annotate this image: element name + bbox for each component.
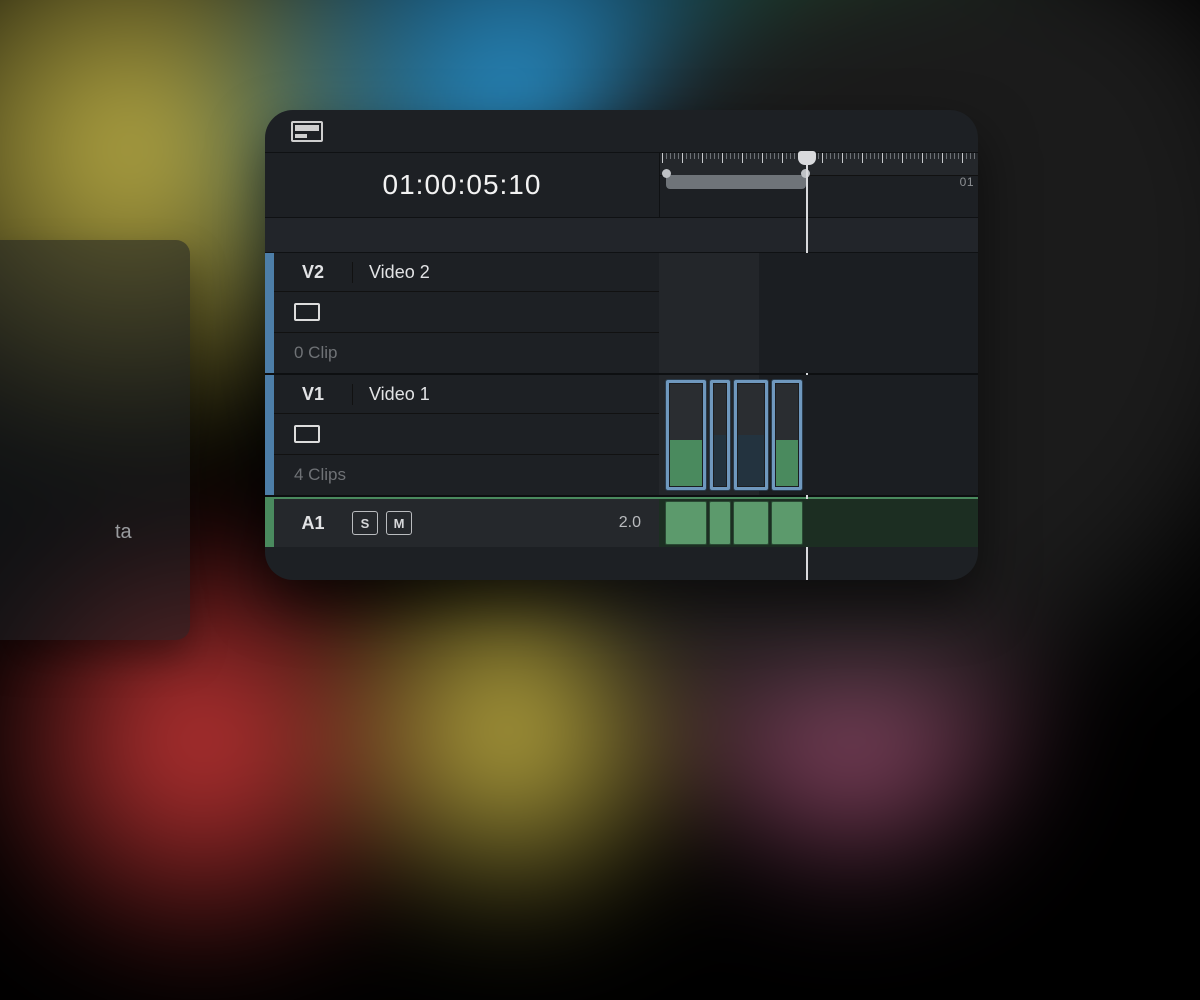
- timeline-spacer: [265, 217, 978, 253]
- audio-clip[interactable]: [733, 501, 769, 545]
- track-lane-a1[interactable]: [659, 499, 978, 547]
- track-lane-v1[interactable]: [659, 375, 978, 495]
- background-panel-label: ta: [115, 521, 132, 544]
- video-clip[interactable]: [665, 379, 707, 491]
- audio-pan-value[interactable]: 2.0: [619, 514, 641, 532]
- video-track-v1[interactable]: V1 Video 1 4 Clips: [265, 375, 978, 497]
- track-color-stripe: [265, 375, 274, 495]
- track-name[interactable]: Video 1: [353, 384, 659, 405]
- solo-button[interactable]: S: [352, 511, 378, 535]
- track-id[interactable]: V1: [274, 384, 353, 405]
- audio-track-a1[interactable]: A1 S M 2.0: [265, 497, 978, 547]
- mute-button[interactable]: M: [386, 511, 412, 535]
- clip-count: 0 Clip: [274, 333, 659, 373]
- timeline-panel: 01:00:05:10 01:00:00:00 01 V2 Video 2 0 …: [265, 110, 978, 580]
- timeline-toolbar: [265, 110, 978, 153]
- video-clip[interactable]: [709, 379, 731, 491]
- video-track-v2[interactable]: V2 Video 2 0 Clip: [265, 253, 978, 375]
- video-clip[interactable]: [733, 379, 769, 491]
- timeline-ruler[interactable]: 01:00:00:00 01: [660, 153, 978, 217]
- background-panel: ta: [0, 240, 190, 640]
- ruler-label-end: 01: [960, 175, 974, 189]
- track-lane-v2[interactable]: [659, 253, 978, 373]
- audio-clip[interactable]: [771, 501, 803, 545]
- timecode-display[interactable]: 01:00:05:10: [265, 153, 660, 217]
- in-out-range[interactable]: [666, 175, 806, 189]
- track-id[interactable]: A1: [274, 513, 352, 534]
- monitor-icon[interactable]: [294, 425, 320, 443]
- audio-clip[interactable]: [709, 501, 731, 545]
- audio-clip[interactable]: [665, 501, 707, 545]
- timeline-view-icon[interactable]: [291, 121, 323, 142]
- track-color-stripe: [265, 499, 274, 547]
- video-clip[interactable]: [771, 379, 803, 491]
- track-name[interactable]: Video 2: [353, 262, 659, 283]
- track-color-stripe: [265, 253, 274, 373]
- monitor-icon[interactable]: [294, 303, 320, 321]
- clip-count: 4 Clips: [274, 455, 659, 495]
- track-id[interactable]: V2: [274, 262, 353, 283]
